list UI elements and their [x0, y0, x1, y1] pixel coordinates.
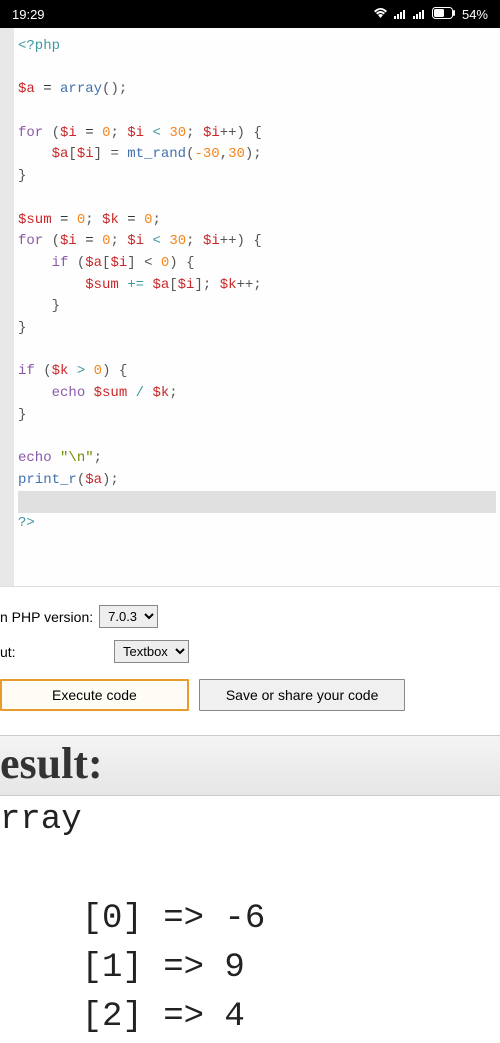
save-button[interactable]: Save or share your code [199, 679, 406, 711]
result-output: rray [0] => -6 [1] => 9 [2] => 4 [0, 796, 500, 1042]
result-heading: esult: [0, 735, 500, 796]
status-time: 19:29 [12, 7, 45, 22]
battery-icon [432, 7, 456, 22]
execute-button[interactable]: Execute code [0, 679, 189, 711]
code-content[interactable]: <?php $a = array(); for ($i = 0; $i < 30… [14, 28, 500, 586]
php-version-select[interactable]: 7.0.3 [99, 605, 158, 628]
php-version-label: n PHP version: [0, 609, 93, 625]
status-right: 54% [373, 7, 488, 22]
battery-percent: 54% [462, 7, 488, 22]
code-editor[interactable]: <?php $a = array(); for ($i = 0; $i < 30… [0, 28, 500, 587]
signal-icon-2 [413, 7, 426, 22]
cursor-line [18, 491, 496, 513]
output-select[interactable]: Textbox [114, 640, 189, 663]
signal-icon [394, 7, 407, 22]
status-bar: 19:29 54% [0, 0, 500, 28]
output-label: ut: [0, 644, 108, 660]
form-area: n PHP version: 7.0.3 ut: Textbox Execute… [0, 587, 500, 735]
gutter [0, 28, 14, 586]
wifi-icon [373, 7, 388, 22]
